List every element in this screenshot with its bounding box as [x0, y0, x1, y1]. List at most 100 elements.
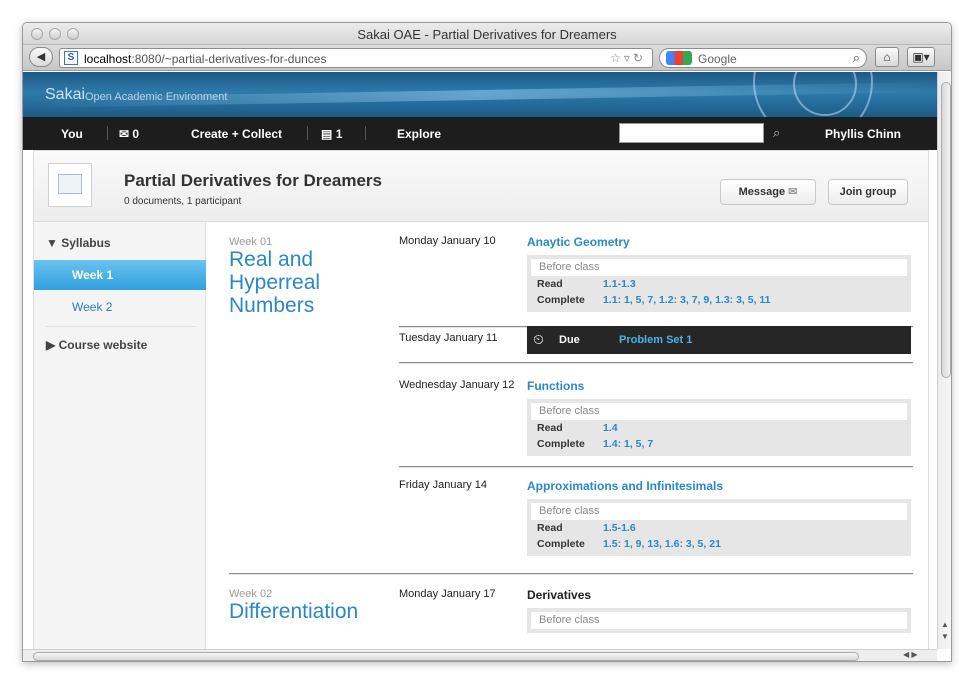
site-favicon-icon: S — [64, 51, 78, 65]
day-date: Tuesday January 11 — [399, 332, 498, 344]
day-date: Monday January 10 — [399, 235, 496, 247]
sidebar-syllabus-label: Syllabus — [61, 236, 111, 250]
group-avatar — [48, 163, 92, 207]
read-value[interactable]: 1.4 — [603, 422, 618, 434]
assignment-card: Before class Read 1.4 Complete 1.4: 1, 5, … — [527, 399, 911, 456]
topic-title: Derivatives — [527, 588, 592, 602]
nav-separator — [365, 126, 366, 140]
sidebar-course-website-label: Course website — [58, 338, 148, 352]
week-label: Week 01 — [229, 236, 273, 248]
before-class-label: Before class — [531, 612, 907, 629]
url-path: :8080/~partial-derivatives-for-dunces — [131, 52, 327, 66]
vertical-scroll-thumb[interactable] — [941, 82, 951, 378]
horizontal-scrollbar[interactable]: ◀ ▶ — [23, 649, 937, 661]
group-people-icon — [58, 174, 82, 194]
message-button[interactable]: Message ✉ — [720, 179, 816, 205]
sidebar-item-week-1[interactable]: Week 1 — [34, 260, 206, 290]
sakai-banner: Sakai Open Academic Environment — [23, 72, 937, 117]
read-line: Read 1.5-1.6 — [531, 520, 907, 536]
nav-separator — [107, 126, 108, 140]
bookmark-star-icon[interactable]: ☆ — [610, 51, 624, 65]
week-divider — [229, 573, 913, 574]
sidebar-syllabus-heading[interactable]: ▼ Syllabus — [46, 236, 111, 250]
topic-link[interactable]: Approximations and Infinitesimals — [527, 479, 723, 493]
before-class-label: Before class — [531, 503, 907, 520]
complete-line: Complete 1.5: 1, 9, 13, 1.6: 3, 5, 21 — [531, 536, 907, 552]
group-meta: 0 documents, 1 participant — [124, 196, 242, 207]
complete-value[interactable]: 1.1: 1, 5, 7, 1.2: 3, 7, 9, 1.3: 3, 5, 1… — [603, 294, 771, 306]
sakai-logo[interactable]: Sakai — [45, 86, 85, 104]
week-title: Real and Hyperreal Numbers — [229, 248, 321, 317]
read-value[interactable]: 1.5-1.6 — [603, 522, 636, 534]
complete-value[interactable]: 1.4: 1, 5, 7 — [603, 438, 653, 450]
browser-window: Sakai OAE - Partial Derivatives for Drea… — [22, 22, 952, 662]
window-title: Sakai OAE - Partial Derivatives for Drea… — [357, 27, 617, 42]
title-bar: Sakai OAE - Partial Derivatives for Drea… — [23, 23, 951, 45]
day-date: Friday January 14 — [399, 479, 488, 491]
group-header: Partial Derivatives for Dreamers 0 docum… — [33, 150, 929, 222]
read-line: Read 1.1-1.3 — [531, 276, 907, 292]
nav-explore[interactable]: Explore — [397, 127, 441, 141]
topic-link[interactable]: Anaytic Geometry — [527, 235, 630, 249]
complete-value[interactable]: 1.5: 1, 9, 13, 1.6: 3, 5, 21 — [603, 538, 721, 550]
search-icon[interactable]: ⌕ — [853, 50, 860, 66]
inbox-count: 1 — [335, 127, 343, 141]
address-bar[interactable]: S localhost:8080/~partial-derivatives-fo… — [59, 48, 653, 68]
read-label: Read — [537, 278, 563, 290]
nav-inbox[interactable]: ▤ 1 — [321, 127, 342, 141]
google-logo-icon[interactable] — [666, 51, 692, 65]
extension-icon: ▣▾ — [912, 50, 930, 64]
messages-count: 0 — [132, 127, 140, 141]
row-divider — [399, 466, 913, 467]
row-divider — [399, 362, 913, 363]
url-host: localhost — [84, 52, 132, 66]
complete-label: Complete — [537, 294, 585, 306]
envelope-icon: ✉ — [119, 127, 130, 141]
back-button[interactable]: ◀ — [29, 47, 53, 67]
site-search-input[interactable] — [619, 123, 764, 143]
user-name[interactable]: Phyllis Chinn — [825, 127, 901, 141]
group-title: Partial Derivatives for Dreamers — [124, 171, 382, 190]
triangle-right-icon: ▶ — [46, 338, 56, 352]
envelope-icon: ✉ — [788, 186, 798, 198]
nav-separator — [307, 126, 308, 140]
sidebar-item-week-2[interactable]: Week 2 — [34, 292, 206, 322]
before-class-label: Before class — [531, 259, 907, 276]
sidebar-course-website[interactable]: ▶ Course website — [46, 338, 147, 352]
complete-line: Complete 1.1: 1, 5, 7, 1.2: 3, 7, 9, 1.3:… — [531, 292, 907, 308]
history-dropdown-icon[interactable]: ▿ — [624, 51, 633, 65]
complete-label: Complete — [537, 538, 585, 550]
topic-link[interactable]: Functions — [527, 379, 584, 393]
search-icon[interactable]: ⌕ — [773, 125, 780, 141]
vertical-scrollbar[interactable]: ▲ ▼ — [937, 72, 951, 649]
due-item-link[interactable]: Problem Set 1 — [619, 334, 692, 346]
scroll-down-arrow-icon[interactable]: ▼ — [941, 632, 949, 641]
week-label: Week 02 — [229, 588, 273, 600]
nav-create-collect[interactable]: Create + Collect — [191, 127, 282, 141]
horizontal-scroll-thumb[interactable] — [33, 652, 859, 661]
banner-ring — [753, 72, 873, 117]
search-engine-box[interactable]: Google ⌕ — [659, 48, 867, 68]
nav-you[interactable]: You — [61, 127, 83, 141]
read-line: Read 1.4 — [531, 420, 907, 436]
top-navigation: You ✉ 0 Create + Collect ▤ 1 Explore ⌕ P… — [23, 117, 937, 150]
syllabus-content: ▼ Syllabus Week 1 Week 2 ▶ Course websit… — [33, 222, 929, 649]
reload-icon[interactable]: ↻ — [633, 51, 646, 65]
scroll-up-arrow-icon[interactable]: ▲ — [941, 620, 949, 629]
week-title: Differentiation — [229, 600, 359, 623]
join-group-button[interactable]: Join group — [828, 179, 908, 205]
sidebar: ▼ Syllabus Week 1 Week 2 ▶ Course websit… — [34, 222, 206, 649]
scroll-left-right-arrows-icon[interactable]: ◀ ▶ — [903, 650, 918, 659]
nav-messages[interactable]: ✉ 0 — [119, 127, 139, 141]
extension-menu-button[interactable]: ▣▾ — [907, 47, 935, 67]
read-value[interactable]: 1.1-1.3 — [603, 278, 636, 290]
assignment-card: Before class Read 1.1-1.3 Complete 1.1: 1,… — [527, 255, 911, 312]
complete-label: Complete — [537, 438, 585, 450]
assignment-card: Before class Read 1.5-1.6 Complete 1.5: 1,… — [527, 499, 911, 556]
clock-calendar-icon: ⏲ — [533, 331, 544, 347]
home-button[interactable]: ⌂ — [875, 47, 899, 67]
assignment-card: Before class — [527, 608, 911, 633]
due-label: Due — [559, 334, 580, 346]
week-02-heading: Week 02 Differentiation — [229, 588, 379, 623]
page-viewport: Sakai Open Academic Environment You ✉ 0 … — [23, 72, 937, 649]
